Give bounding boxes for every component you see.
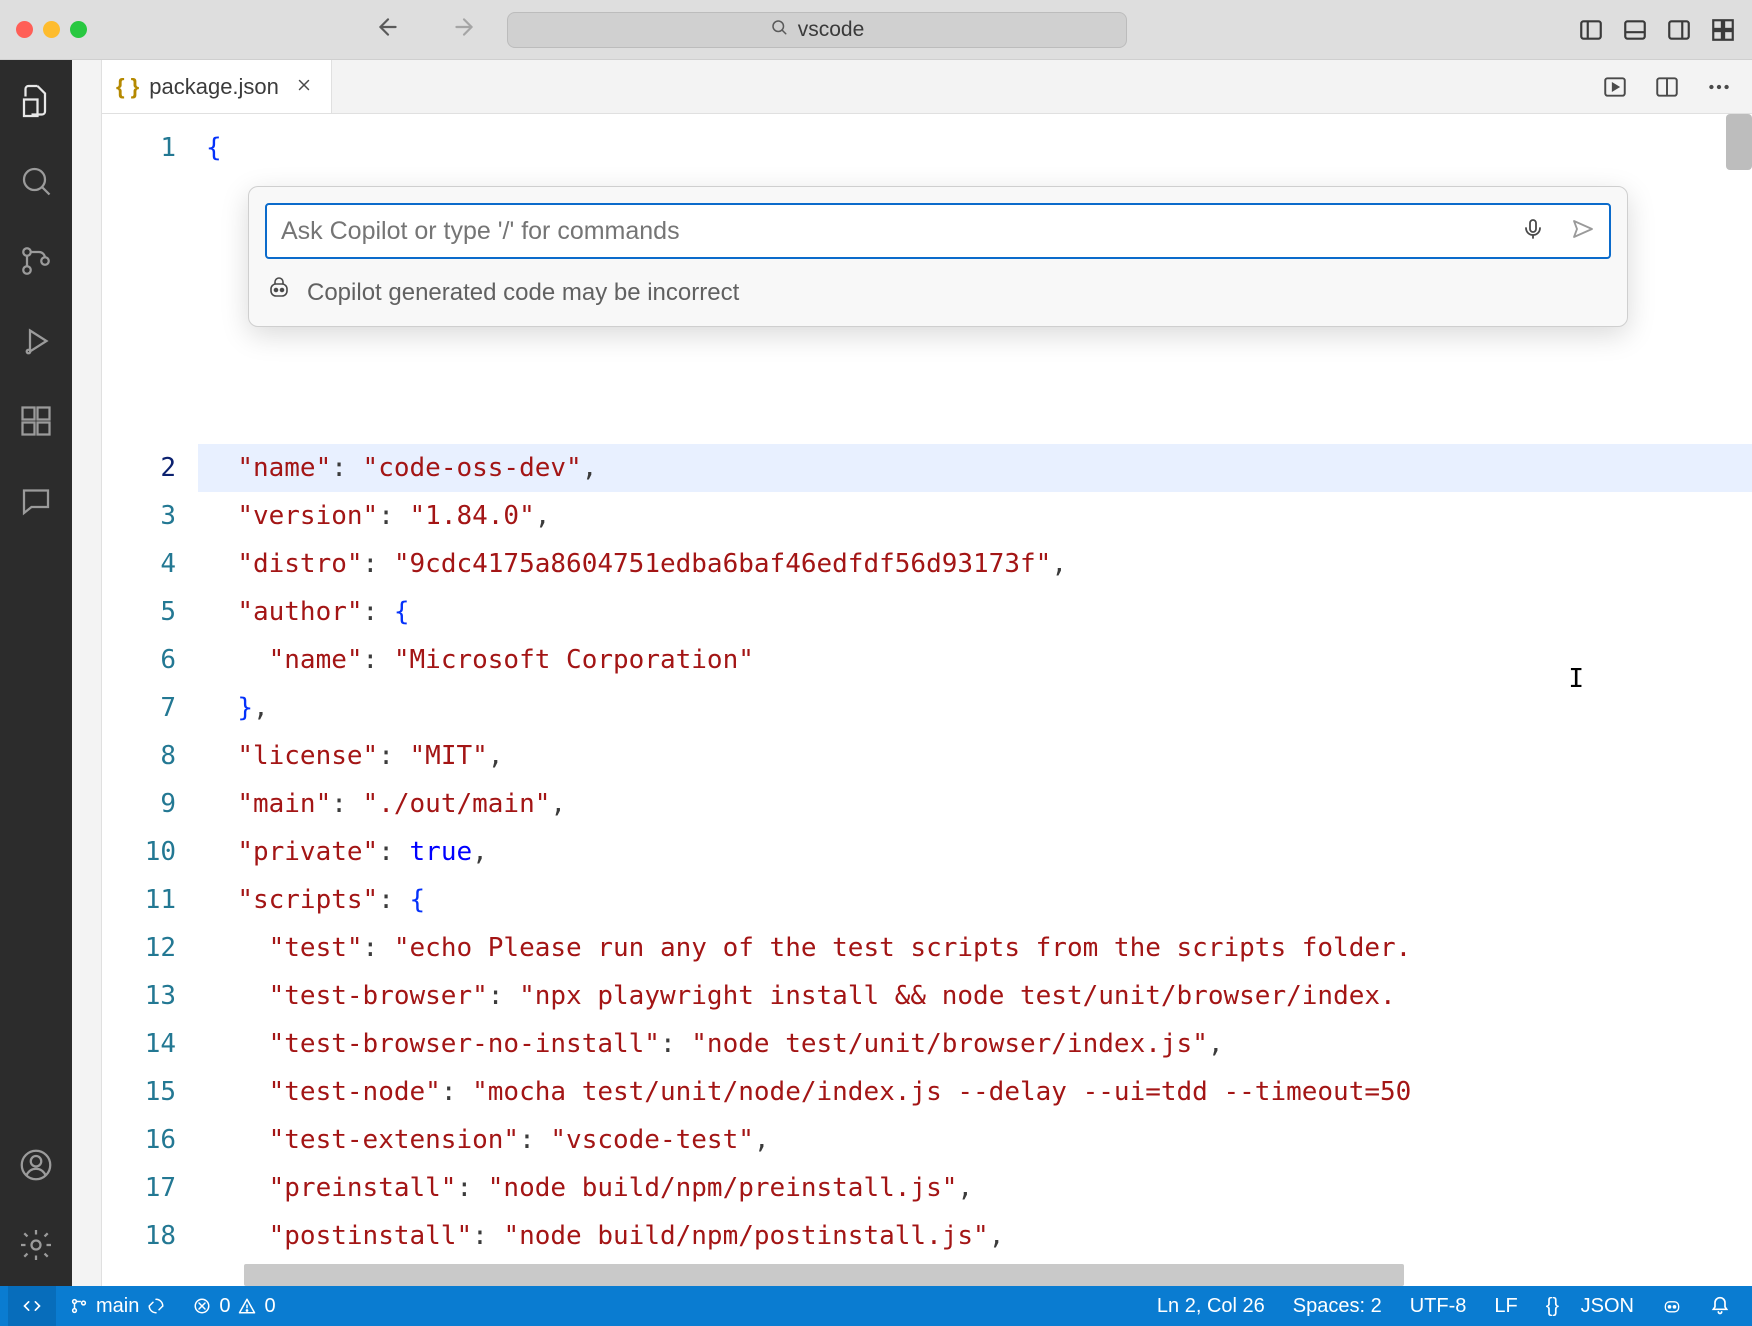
editor-actions: [1602, 60, 1752, 113]
traffic-lights: [16, 21, 87, 38]
text-caret-icon: I: [1568, 664, 1584, 694]
split-editor-button[interactable]: [1654, 74, 1680, 100]
status-bar: main 0 0 Ln 2, Col 26 Spaces: 2 UTF-8 LF…: [0, 1286, 1752, 1326]
sidebar-collapsed[interactable]: [72, 60, 102, 1286]
braces-icon: { }: [116, 74, 139, 100]
tab-package-json[interactable]: { } package.json: [102, 60, 332, 113]
minimize-window-button[interactable]: [43, 21, 60, 38]
mic-icon[interactable]: [1521, 217, 1545, 246]
layout-controls: [1578, 17, 1736, 43]
activity-chat[interactable]: [15, 480, 57, 522]
code-editor[interactable]: 123456789101112131415161718 { "name": "c…: [102, 114, 1752, 1286]
horizontal-scrollbar[interactable]: [244, 1264, 1404, 1286]
notifications-button[interactable]: [1696, 1286, 1744, 1326]
nav-forward-button[interactable]: [451, 14, 477, 45]
command-center-label: vscode: [798, 18, 865, 42]
activity-accounts[interactable]: [15, 1144, 57, 1186]
errors-count: 0: [219, 1295, 230, 1318]
minimap[interactable]: [1726, 114, 1752, 170]
encoding-button[interactable]: UTF-8: [1396, 1286, 1481, 1326]
language-icon: {}: [1546, 1295, 1559, 1318]
activity-search[interactable]: [15, 160, 57, 202]
main-area: { } package.json 12345678910111213141516…: [0, 60, 1752, 1286]
toggle-panel-button[interactable]: [1622, 17, 1648, 43]
maximize-window-button[interactable]: [70, 21, 87, 38]
branch-button[interactable]: main: [56, 1286, 179, 1326]
copilot-icon: [267, 277, 291, 308]
search-icon: [770, 18, 788, 42]
cursor-position[interactable]: Ln 2, Col 26: [1143, 1286, 1279, 1326]
copilot-status-button[interactable]: [1648, 1286, 1696, 1326]
indentation-button[interactable]: Spaces: 2: [1279, 1286, 1396, 1326]
send-icon[interactable]: [1571, 217, 1595, 246]
command-center[interactable]: vscode: [507, 12, 1127, 48]
customize-layout-button[interactable]: [1710, 17, 1736, 43]
branch-name: main: [96, 1295, 139, 1318]
editor-tabs: { } package.json: [102, 60, 1752, 114]
editor-group: { } package.json 12345678910111213141516…: [102, 60, 1752, 1286]
nav-arrows: [375, 14, 477, 45]
copilot-disclaimer-text: Copilot generated code may be incorrect: [307, 279, 739, 307]
title-bar: vscode: [0, 0, 1752, 60]
toggle-secondary-sidebar-button[interactable]: [1666, 17, 1692, 43]
activity-extensions[interactable]: [15, 400, 57, 442]
toggle-primary-sidebar-button[interactable]: [1578, 17, 1604, 43]
copilot-inline-chat: Copilot generated code may be incorrect: [248, 186, 1628, 327]
copilot-input[interactable]: [281, 217, 1521, 246]
remote-button[interactable]: [8, 1286, 56, 1326]
tab-close-button[interactable]: [295, 74, 313, 100]
nav-back-button[interactable]: [375, 14, 401, 45]
close-window-button[interactable]: [16, 21, 33, 38]
language-mode-button[interactable]: {} JSON: [1532, 1286, 1648, 1326]
activity-settings[interactable]: [15, 1224, 57, 1266]
copilot-input-row: [265, 203, 1611, 259]
activity-bar: [0, 60, 72, 1286]
run-json-button[interactable]: [1602, 74, 1628, 100]
copilot-disclaimer: Copilot generated code may be incorrect: [265, 259, 1611, 312]
line-number-gutter: 123456789101112131415161718: [102, 114, 198, 1286]
more-actions-button[interactable]: [1706, 74, 1732, 100]
activity-explorer[interactable]: [15, 80, 57, 122]
activity-run[interactable]: [15, 320, 57, 362]
warnings-count: 0: [264, 1295, 275, 1318]
problems-button[interactable]: 0 0: [179, 1286, 289, 1326]
eol-button[interactable]: LF: [1480, 1286, 1531, 1326]
tab-label: package.json: [149, 74, 279, 100]
activity-scm[interactable]: [15, 240, 57, 282]
